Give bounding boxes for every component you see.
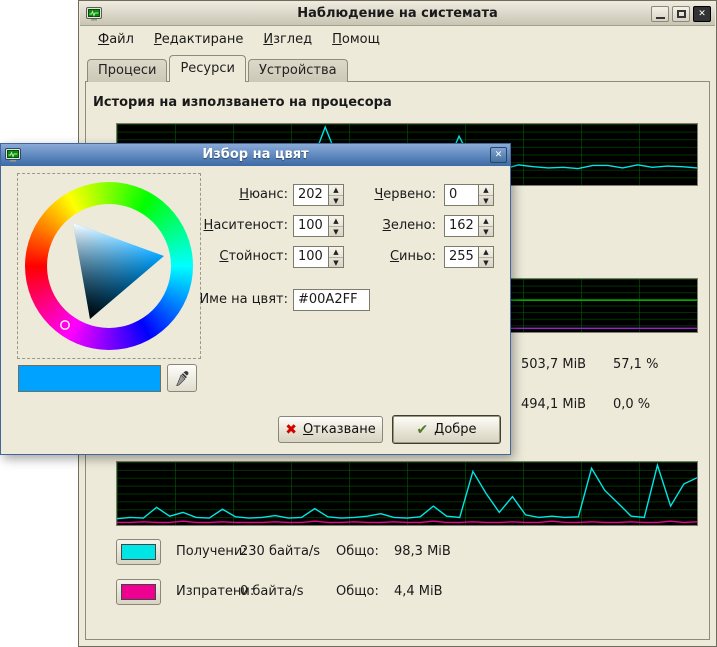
blue-spin-down-icon[interactable]: ▼ [479,258,493,268]
received-total: 98,3 MiB [394,544,451,559]
menubar: Файл Редактиране Изглед Помощ [80,27,715,52]
color-name-label: Име на цвят: [171,292,288,307]
minimize-button[interactable] [651,6,669,22]
received-color-button[interactable] [116,539,161,565]
tab-devices[interactable]: Устройства [248,59,348,82]
hue-label: Нюанс: [171,187,288,202]
red-value: 0 [449,187,457,202]
sent-color-button[interactable] [116,579,161,605]
color-picker-dialog: Избор на цвят ✕ [0,143,511,455]
saturation-value: 100 [298,218,323,233]
hue-spinbutton[interactable]: 202 ▲▼ [293,184,344,206]
sent-total-label: Общо: [336,584,394,599]
ok-button[interactable]: ✔ Добре [392,415,501,444]
window-title: Наблюдение на системата [80,6,715,21]
green-spin-up-icon[interactable]: ▲ [479,216,493,227]
swap-percent: 0,0 % [613,397,650,412]
ok-icon: ✔ [416,422,428,438]
network-history-chart [116,461,698,526]
memory-percent: 57,1 % [613,357,658,372]
sent-label: Изпратени: [176,584,240,599]
menu-view[interactable]: Изглед [253,28,322,51]
hue-spin-down-icon[interactable]: ▼ [329,196,343,206]
received-color-swatch [121,544,156,560]
cancel-label: Отказване [303,422,376,437]
maximize-button[interactable] [672,6,690,22]
cancel-icon: ✖ [285,422,297,438]
cancel-button[interactable]: ✖ Отказване [278,416,383,443]
hue-spin-up-icon[interactable]: ▲ [329,185,343,196]
window-titlebar[interactable]: Наблюдение на системата ✕ [80,2,715,26]
green-value: 162 [449,218,474,233]
tab-bar: Процеси Ресурси Устройства [87,55,350,82]
value-spin-up-icon[interactable]: ▲ [329,247,343,258]
hue-selector [61,321,69,329]
received-total-label: Общо: [336,544,394,559]
desktop: Наблюдение на системата ✕ Файл Редактира… [0,0,717,647]
ok-label: Добре [434,422,476,437]
cpu-history-heading: История на използването на процесора [93,95,392,110]
memory-amount: 503,7 MiB [521,357,586,372]
tab-resources[interactable]: Ресурси [169,55,246,82]
blue-spin-up-icon[interactable]: ▲ [479,247,493,258]
eyedropper-icon [174,370,190,386]
value-value: 100 [298,249,323,264]
dialog-title: Избор на цвят [1,147,510,162]
network-received-row: Получени: 230 байта/s Общо: 98,3 MiB [116,538,451,565]
value-spin-down-icon[interactable]: ▼ [329,258,343,268]
blue-value: 255 [449,249,474,264]
hsv-triangle[interactable] [25,182,193,350]
dialog-close-icon[interactable]: ✕ [490,147,507,163]
red-spin-down-icon[interactable]: ▼ [479,196,493,206]
received-rate: 230 байта/s [240,544,336,559]
menu-help[interactable]: Помощ [322,28,390,51]
green-label: Зелено: [346,218,436,233]
swap-amount: 494,1 MiB [521,397,586,412]
color-name-input[interactable]: #00A2FF [293,289,370,311]
tab-processes[interactable]: Процеси [87,59,167,82]
blue-label: Синьо: [346,249,436,264]
green-spin-down-icon[interactable]: ▼ [479,227,493,237]
menu-edit[interactable]: Редактиране [144,28,253,51]
sent-total: 4,4 MiB [394,584,443,599]
eyedropper-button[interactable] [167,364,197,392]
sent-color-swatch [121,584,156,600]
network-sent-row: Изпратени: 0 байта/s Общо: 4,4 MiB [116,578,443,605]
value-label: Стойност: [171,249,288,264]
received-label: Получени: [176,544,240,559]
menu-file[interactable]: Файл [88,28,144,51]
sent-rate: 0 байта/s [240,584,336,599]
blue-spinbutton[interactable]: 255 ▲▼ [444,246,494,268]
green-spinbutton[interactable]: 162 ▲▼ [444,215,494,237]
saturation-spin-up-icon[interactable]: ▲ [329,216,343,227]
current-color-preview [18,365,161,392]
hue-value: 202 [298,187,323,202]
value-spinbutton[interactable]: 100 ▲▼ [293,246,344,268]
close-window-icon[interactable]: ✕ [693,6,711,22]
red-label: Червено: [346,187,436,202]
saturation-label: Наситеност: [171,218,288,233]
dialog-titlebar[interactable]: Избор на цвят ✕ [1,144,510,166]
saturation-spin-down-icon[interactable]: ▼ [329,227,343,237]
saturation-spinbutton[interactable]: 100 ▲▼ [293,215,344,237]
red-spin-up-icon[interactable]: ▲ [479,185,493,196]
color-name-value: #00A2FF [298,292,358,307]
titlebar-buttons: ✕ [651,6,711,22]
red-spinbutton[interactable]: 0 ▲▼ [444,184,494,206]
